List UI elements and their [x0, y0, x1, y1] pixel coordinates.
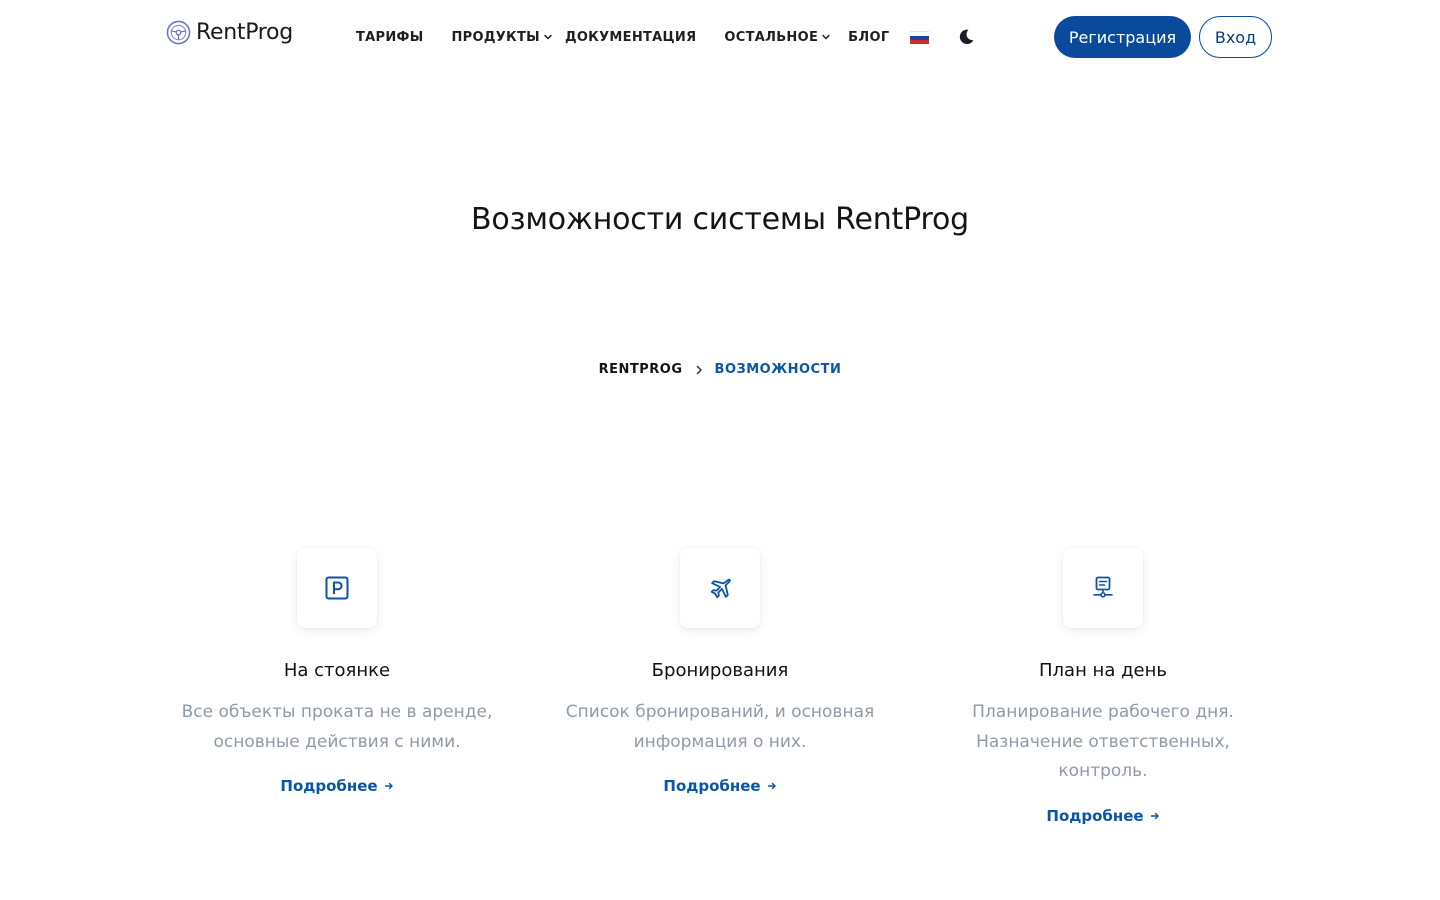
chevron-right-icon: [696, 365, 702, 374]
nav-item-other[interactable]: ОСТАЛЬНОЕ: [724, 30, 831, 45]
nav-item-label: БЛОГ: [848, 29, 890, 45]
feature-description: Список бронирований, и основная информац…: [565, 702, 875, 752]
chevron-down-icon: [544, 34, 552, 40]
parking-icon: [325, 576, 349, 600]
flag-stripe-red: [910, 40, 929, 44]
feature-title: На стоянке: [283, 660, 391, 681]
arrow-right-icon: [384, 782, 393, 790]
feature-card: На стоянке Все объекты проката не в арен…: [172, 548, 502, 795]
nav-item-label: ПРОДУКТЫ: [451, 29, 540, 45]
feature-title: План на день: [1039, 660, 1167, 681]
nav-item-products[interactable]: ПРОДУКТЫ: [452, 30, 553, 45]
nav-item-documentation[interactable]: ДОКУМЕНТАЦИЯ: [565, 30, 696, 45]
register-button[interactable]: Регистрация: [1054, 16, 1191, 58]
breadcrumb-current: ВОЗМОЖНОСТИ: [714, 362, 842, 377]
feature-more-link[interactable]: Подробнее: [663, 777, 776, 795]
feature-icon-box: [297, 548, 377, 628]
feature-description: Планирование рабочего дня. Назначение от…: [972, 702, 1234, 781]
breadcrumb-root[interactable]: RENTPROG: [599, 362, 683, 377]
feature-icon-box: [680, 548, 760, 628]
chevron-down-icon: [822, 34, 830, 40]
feature-more-label: Подробнее: [280, 777, 378, 795]
logo[interactable]: RentProg: [166, 20, 293, 45]
logo-text: RentProg: [196, 20, 293, 45]
breadcrumb: RENTPROG ВОЗМОЖНОСТИ: [0, 362, 1440, 377]
steering-wheel-icon: [166, 20, 191, 45]
feature-more-label: Подробнее: [1046, 806, 1144, 825]
page-title: Возможности системы RentProg: [471, 202, 969, 237]
nav-item-label: ТАРИФЫ: [356, 29, 424, 45]
feature-icon-box: [1063, 548, 1143, 628]
feature-card: План на день Планирование рабочего дня. …: [938, 548, 1268, 825]
nav-item-label: ДОКУМЕНТАЦИЯ: [564, 29, 697, 45]
feature-title: Бронирования: [651, 660, 789, 681]
arrow-right-icon: [767, 782, 776, 790]
nav-item-blog[interactable]: БЛОГ: [848, 30, 889, 45]
arrow-right-icon: [1150, 812, 1159, 819]
feature-more-link[interactable]: Подробнее: [280, 777, 393, 795]
nav-item-pricing[interactable]: ТАРИФЫ: [356, 30, 424, 45]
main-nav: ТАРИФЫ ПРОДУКТЫ ДОКУМЕНТАЦИЯ ОСТАЛЬНОЕ Б…: [356, 27, 889, 47]
login-button[interactable]: Вход: [1199, 16, 1272, 58]
feature-description: Все объекты проката не в аренде, основны…: [181, 702, 493, 752]
airplane-icon: [710, 578, 731, 599]
russian-flag-icon[interactable]: [910, 31, 929, 44]
daily-plan-icon: [1093, 576, 1113, 598]
site-header: RentProg ТАРИФЫ ПРОДУКТЫ ДОКУМЕНТАЦИЯ ОС…: [0, 0, 1440, 74]
feature-more-label: Подробнее: [663, 777, 761, 795]
feature-card: Бронирования Список бронирований, и осно…: [555, 548, 885, 795]
feature-more-link[interactable]: Подробнее: [1046, 807, 1159, 825]
moon-icon[interactable]: [957, 28, 975, 46]
nav-item-label: ОСТАЛЬНОЕ: [724, 29, 819, 45]
